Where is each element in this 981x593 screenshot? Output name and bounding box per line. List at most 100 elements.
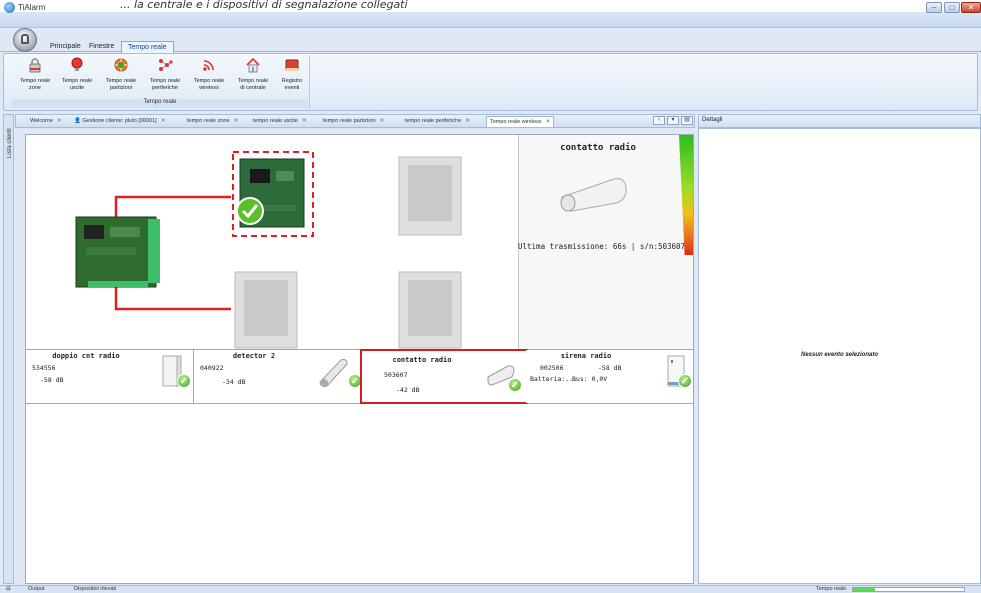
inactive-device-bottom-right — [398, 271, 462, 349]
realtime-panel-button[interactable]: Tempo reale di centrale — [238, 55, 268, 97]
realtime-outputs-button[interactable]: Tempo reale uscite — [62, 55, 92, 97]
bulb-icon — [71, 57, 83, 71]
network-icon — [159, 59, 173, 71]
realtime-wireless-button[interactable]: Tempo reale wireless — [194, 55, 224, 97]
window-list-icon[interactable]: ▤ — [681, 116, 693, 125]
connection-line — [114, 285, 231, 311]
doc-tab-peripherals[interactable]: tempo reale periferiche ✕ — [402, 116, 473, 127]
doc-tab-label: tempo reale partizioni — [323, 118, 376, 124]
client-list-strip[interactable]: Lista clienti — [3, 114, 14, 584]
realtime-peripherals-label: Tempo reale periferiche — [149, 78, 181, 91]
padlock-icon — [21, 34, 29, 44]
ribbon-group-label: Tempo reale — [12, 99, 308, 108]
realtime-status-label: Tempo reale — [816, 586, 847, 592]
device-card-serial: 040922 — [200, 364, 224, 372]
doc-tab-label: Tempo reale wireless — [490, 119, 542, 125]
device-card-serial: 534556 — [32, 364, 56, 372]
realtime-wireless-label: Tempo reale wireless — [193, 78, 225, 91]
pin-icon[interactable]: ⊟ — [6, 586, 11, 592]
minimize-button[interactable]: – — [926, 2, 942, 13]
device-card-bus: Bus: 0,0V — [572, 375, 608, 383]
realtime-partitions-button[interactable]: Tempo reale partizioni — [106, 55, 136, 97]
device-card-serial: 503607 — [384, 371, 408, 379]
details-header — [698, 114, 981, 128]
close-icon[interactable]: ✕ — [234, 118, 239, 124]
contact-sensor-icon — [560, 178, 627, 212]
event-log-label: Registro eventi — [281, 78, 303, 91]
close-icon[interactable]: ✕ — [302, 118, 307, 124]
device-card-detector-2[interactable]: detector 2 040922 -34 dB ✓ — [194, 350, 362, 403]
control-panel-board — [75, 216, 160, 288]
window-title: TiAlarm — [18, 3, 46, 12]
doc-tab-wireless[interactable]: Tempo reale wireless ✕ — [486, 116, 555, 127]
doc-tab-label: Welcome — [30, 118, 53, 124]
house-icon — [246, 57, 260, 73]
device-card-serial: 002506 — [540, 364, 564, 372]
device-card-doppio-cnt-radio[interactable]: doppio cnt radio 534556 -58 dB ✓ — [26, 350, 194, 403]
ok-check-icon: ✓ — [508, 378, 522, 392]
ok-check-icon: ✓ — [678, 374, 692, 388]
close-icon[interactable]: ✕ — [57, 118, 62, 124]
realtime-zones-button[interactable]: Tempo reale zone — [20, 55, 50, 97]
caption-text: ... la centrale e i dispositivi di segna… — [120, 0, 408, 11]
maximize-button[interactable]: □ — [944, 2, 960, 13]
doc-tab-label: tempo reale zone — [187, 118, 230, 124]
detector-icon — [317, 354, 349, 388]
wireless-diagram — [26, 135, 518, 349]
lock-icon — [29, 58, 41, 73]
realtime-panel-label: Tempo reale di centrale — [237, 78, 269, 91]
device-card-contatto-radio[interactable]: contatto radio 503607 -42 dB ✓ — [360, 349, 528, 404]
device-card-signal: -34 dB — [222, 378, 246, 386]
tab-tempo-reale[interactable]: Tempo reale — [121, 41, 174, 53]
book-icon — [285, 59, 299, 71]
close-icon[interactable]: ✕ — [380, 118, 385, 124]
title-bar — [0, 12, 981, 28]
user-icon: 👤 — [74, 118, 81, 124]
application-menu-button[interactable] — [13, 28, 37, 52]
output-tab[interactable]: Output — [28, 586, 45, 592]
last-transmission-text: Ultima trasmissione: 66s | s/n:503607 — [518, 242, 686, 251]
device-card-signal: -58 dB — [598, 364, 622, 372]
doc-tab-label: Gestione cliente: pluto [00001] — [82, 118, 157, 124]
client-list-label: Lista clienti — [7, 128, 13, 158]
chevron-down-icon[interactable]: ▾ — [667, 116, 679, 125]
inactive-device-top-right — [398, 156, 462, 236]
device-card-title: detector 2 — [232, 352, 276, 360]
doc-tab-partitions[interactable]: tempo reale partizioni ✕ — [320, 116, 387, 127]
close-button[interactable]: ✕ — [961, 2, 981, 13]
tab-finestre[interactable]: Finestre — [83, 41, 120, 53]
realtime-zones-label: Tempo reale zone — [19, 78, 51, 91]
ok-check-icon: ✓ — [177, 374, 191, 388]
device-card-title: doppio cnt radio — [52, 352, 120, 360]
event-log-button[interactable]: Registro eventi — [277, 55, 307, 97]
doc-tab-client[interactable]: 👤 Gestione cliente: pluto [00001] ✕ — [71, 116, 168, 127]
output-label: Output — [28, 586, 45, 592]
close-icon[interactable]: ✕ — [161, 118, 166, 124]
detected-devices-label: Dispositivi rilevati — [74, 586, 117, 592]
doc-tab-label: tempo reale uscite — [253, 118, 298, 124]
realtime-partitions-label: Tempo reale partizioni — [105, 78, 137, 91]
tab-navigation: ‹ ▾ ▤ — [653, 116, 695, 126]
detected-devices-tab[interactable]: Dispositivi rilevati — [74, 586, 116, 592]
chevron-left-icon[interactable]: ‹ — [653, 116, 665, 125]
doc-tab-outputs[interactable]: tempo reale uscite ✕ — [250, 116, 310, 127]
device-info-title: contatto radio — [560, 143, 636, 153]
device-card-title: contatto radio — [392, 356, 452, 364]
realtime-outputs-label: Tempo reale uscite — [61, 78, 93, 91]
realtime-progress-bar — [852, 587, 965, 592]
app-icon — [4, 2, 15, 13]
realtime-peripherals-button[interactable]: Tempo reale periferiche — [150, 55, 180, 97]
details-title: Dettagli — [702, 117, 723, 123]
inactive-device-bottom-left — [234, 271, 298, 349]
device-card-signal: -42 dB — [396, 386, 420, 394]
device-card-signal: -58 dB — [40, 376, 64, 384]
doc-tab-label: tempo reale periferiche — [405, 118, 462, 124]
device-card-sirena-radio[interactable]: sirena radio 002506 -58 dB Batteria:... … — [526, 350, 694, 403]
realtime-progress-fill — [853, 588, 876, 591]
tab-principale[interactable]: Principale — [44, 41, 87, 53]
ok-check-icon — [236, 197, 264, 225]
close-icon[interactable]: ✕ — [465, 118, 470, 124]
close-icon[interactable]: ✕ — [546, 119, 551, 125]
doc-tab-zones[interactable]: tempo reale zone ✕ — [184, 116, 241, 127]
doc-tab-welcome[interactable]: Welcome ✕ — [27, 116, 64, 127]
